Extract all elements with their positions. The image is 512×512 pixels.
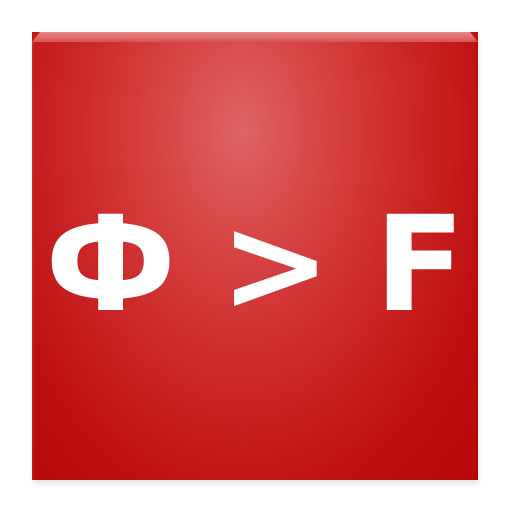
greater-than-symbol: > xyxy=(220,188,331,342)
phi-symbol: Ф xyxy=(45,188,177,342)
f-symbol: F xyxy=(374,188,465,342)
app-icon-canvas: Ф > F xyxy=(0,0,512,512)
tile-top-bevel xyxy=(32,32,478,42)
icon-label: Ф > F xyxy=(32,190,478,340)
